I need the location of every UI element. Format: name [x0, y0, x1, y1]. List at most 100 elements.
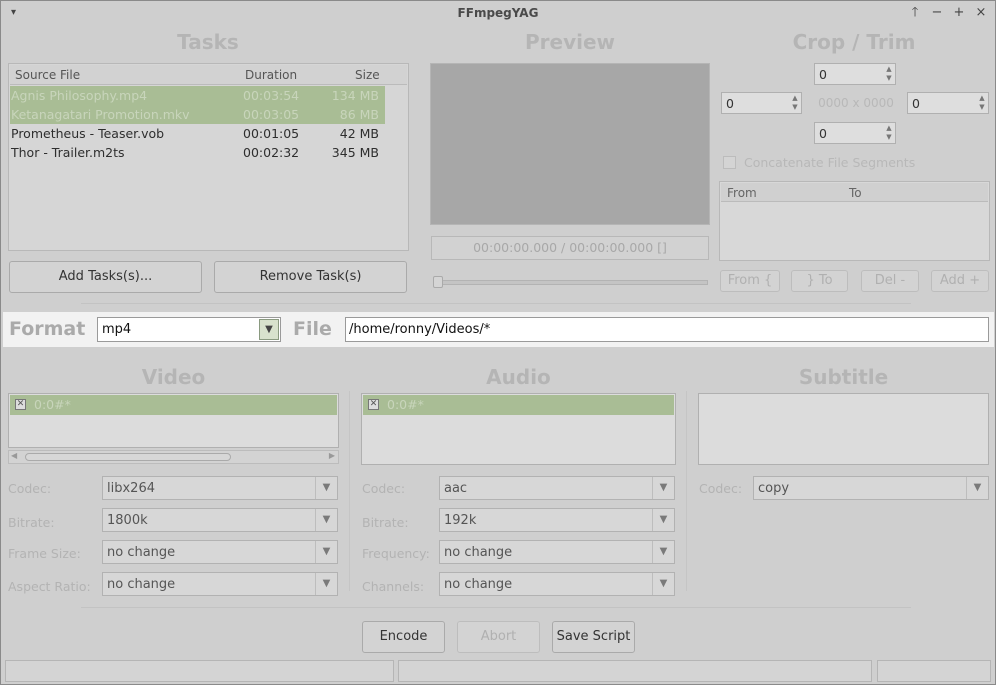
audio-bitrate-combo[interactable]: 192k ▼ — [439, 508, 675, 532]
spinner-arrows-icon[interactable]: ▲ ▼ — [977, 94, 987, 112]
list-item[interactable]: ✕ 0:0#* — [10, 395, 337, 415]
divider — [349, 391, 350, 591]
column-source-file[interactable]: Source File — [15, 68, 80, 82]
video-aspect-combo[interactable]: no change ▼ — [102, 572, 338, 596]
audio-stream-list[interactable]: ✕ 0:0#* — [361, 393, 676, 465]
add-tasks-button[interactable]: Add Tasks(s)... — [9, 261, 202, 293]
subtitle-codec-label: Codec: — [699, 481, 743, 496]
concat-checkbox[interactable] — [723, 156, 736, 169]
add-segment-button[interactable]: Add + — [931, 270, 989, 292]
audio-codec-label: Codec: — [362, 481, 406, 496]
chevron-down-icon[interactable]: ▼ — [652, 573, 674, 595]
crop-dimension: 0000 x 0000 — [818, 96, 894, 110]
scroll-thumb[interactable] — [25, 453, 231, 461]
audio-channels-label: Channels: — [362, 579, 425, 594]
chevron-down-icon[interactable]: ▼ — [652, 541, 674, 563]
title-bar: ▾ FFmpegYAG 🡑 − + × — [1, 1, 995, 27]
subtitle-title: Subtitle — [798, 365, 889, 389]
encode-button[interactable]: Encode — [362, 621, 445, 653]
video-bitrate-label: Bitrate: — [8, 515, 55, 530]
divider — [81, 607, 911, 608]
preview-canvas — [430, 63, 710, 225]
chevron-down-icon[interactable]: ▼ — [315, 573, 337, 595]
to-button[interactable]: } To — [791, 270, 848, 292]
subtitle-stream-list[interactable] — [698, 393, 989, 465]
audio-bitrate-label: Bitrate: — [362, 515, 409, 530]
subtitle-codec-combo[interactable]: copy ▼ — [753, 476, 989, 500]
keep-above-icon[interactable]: 🡑 — [906, 4, 924, 22]
list-item[interactable]: ✕ 0:0#* — [363, 395, 674, 415]
video-title: Video — [141, 365, 206, 389]
column-size[interactable]: Size — [355, 68, 380, 82]
scroll-right-icon[interactable]: ▶ — [329, 451, 335, 460]
stream-checkbox[interactable]: ✕ — [368, 399, 379, 410]
audio-frequency-combo[interactable]: no change ▼ — [439, 540, 675, 564]
format-combo[interactable]: mp4 ▼ — [97, 317, 281, 342]
table-row[interactable]: Prometheus - Teaser.vob 00:01:05 42 MB — [10, 124, 385, 143]
audio-codec-combo[interactable]: aac ▼ — [439, 476, 675, 500]
file-label: File — [293, 318, 332, 340]
video-framesize-combo[interactable]: no change ▼ — [102, 540, 338, 564]
format-label: Format — [9, 318, 86, 340]
crop-left-spinner[interactable]: 0 ▲ ▼ — [721, 92, 802, 114]
app-window: ▾ FFmpegYAG 🡑 − + × Tasks Preview Crop /… — [0, 0, 996, 685]
scroll-left-icon[interactable]: ◀ — [11, 451, 17, 460]
spinner-arrows-icon[interactable]: ▲ ▼ — [790, 94, 800, 112]
preview-title: Preview — [524, 30, 616, 54]
divider — [686, 391, 687, 591]
chevron-down-icon[interactable]: ▼ — [259, 319, 279, 340]
preview-timecode: 00:00:00.000 / 00:00:00.000 [] — [431, 236, 709, 260]
maximize-icon[interactable]: + — [950, 4, 968, 22]
chevron-down-icon[interactable]: ▼ — [315, 477, 337, 499]
tasks-table[interactable]: Source File Duration Size Agnis Philosop… — [8, 63, 409, 251]
minimize-icon[interactable]: − — [928, 4, 946, 22]
chevron-down-icon[interactable]: ▼ — [315, 509, 337, 531]
audio-channels-combo[interactable]: no change ▼ — [439, 572, 675, 596]
tasks-title: Tasks — [177, 30, 239, 54]
chevron-down-icon[interactable]: ▼ — [652, 509, 674, 531]
close-icon[interactable]: × — [972, 4, 990, 22]
concat-label: Concatenate File Segments — [744, 155, 916, 170]
audio-title: Audio — [486, 365, 551, 389]
column-from[interactable]: From — [727, 186, 757, 200]
from-button[interactable]: From { — [720, 270, 780, 292]
video-aspect-label: Aspect Ratio: — [8, 579, 91, 594]
file-path-input[interactable]: /home/ronny/Videos/* — [345, 317, 989, 342]
segments-table[interactable]: From To — [719, 181, 990, 261]
column-duration[interactable]: Duration — [245, 68, 297, 82]
segments-table-header: From To — [721, 183, 988, 202]
video-hscrollbar[interactable]: ◀ ▶ — [8, 450, 339, 464]
status-segment-right — [877, 660, 991, 682]
stream-checkbox[interactable]: ✕ — [15, 399, 26, 410]
chevron-down-icon[interactable]: ▼ — [966, 477, 988, 499]
save-script-button[interactable]: Save Script — [552, 621, 635, 653]
chevron-down-icon[interactable]: ▼ — [652, 477, 674, 499]
crop-trim-title: Crop / Trim — [792, 30, 916, 54]
status-segment-middle — [398, 660, 872, 682]
spinner-arrows-icon[interactable]: ▲ ▼ — [884, 65, 894, 83]
crop-right-spinner[interactable]: 0 ▲ ▼ — [907, 92, 989, 114]
tasks-table-header: Source File Duration Size — [10, 65, 407, 85]
preview-seek-handle[interactable] — [433, 276, 443, 288]
crop-bottom-spinner[interactable]: 0 ▲ ▼ — [814, 122, 896, 144]
chevron-down-icon[interactable]: ▼ — [315, 541, 337, 563]
divider — [81, 303, 911, 304]
abort-button[interactable]: Abort — [457, 621, 540, 653]
format-bar: Format mp4 ▼ File /home/ronny/Videos/* — [3, 312, 994, 347]
video-framesize-label: Frame Size: — [8, 546, 81, 561]
status-segment-left — [5, 660, 394, 682]
audio-frequency-label: Frequency: — [362, 546, 430, 561]
preview-seek-track[interactable] — [433, 280, 708, 285]
del-button[interactable]: Del - — [861, 270, 919, 292]
table-row[interactable]: Agnis Philosophy.mp4 00:03:54 134 MB — [10, 86, 385, 105]
table-row[interactable]: Thor - Trailer.m2ts 00:02:32 345 MB — [10, 143, 385, 162]
video-bitrate-combo[interactable]: 1800k ▼ — [102, 508, 338, 532]
table-row[interactable]: Ketanagatari Promotion.mkv 00:03:05 86 M… — [10, 105, 385, 124]
spinner-arrows-icon[interactable]: ▲ ▼ — [884, 124, 894, 142]
window-title: FFmpegYAG — [457, 6, 539, 20]
video-codec-combo[interactable]: libx264 ▼ — [102, 476, 338, 500]
crop-top-spinner[interactable]: 0 ▲ ▼ — [814, 63, 896, 85]
remove-tasks-button[interactable]: Remove Task(s) — [214, 261, 407, 293]
column-to[interactable]: To — [849, 186, 862, 200]
video-stream-list[interactable]: ✕ 0:0#* — [8, 393, 339, 448]
